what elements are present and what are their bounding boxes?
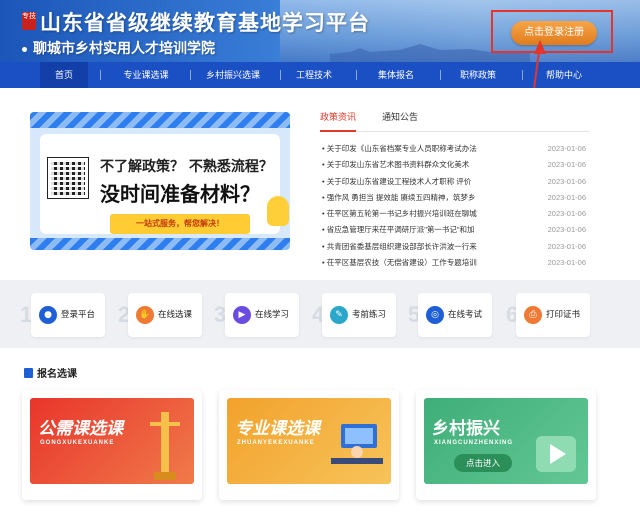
news-date: 2023-01-06 bbox=[547, 241, 586, 251]
news-date: 2023-01-06 bbox=[547, 144, 586, 153]
tab-announcements[interactable]: 通知公告 bbox=[382, 110, 418, 132]
promo-line1: 不了解政策？ 不熟悉流程？ bbox=[100, 159, 273, 175]
tab-policy-news[interactable]: 政策资讯 bbox=[320, 110, 357, 132]
course-pinyin: XIANGCUNZHENXING bbox=[434, 440, 514, 446]
promo-stripe bbox=[30, 112, 290, 128]
study-illustration-image bbox=[331, 424, 383, 464]
promo-line2: 没时间准备材料？ bbox=[100, 182, 260, 206]
nav-divider bbox=[190, 70, 191, 80]
course-title: 公需课选课 bbox=[38, 419, 123, 439]
enter-button[interactable]: 点击进入 bbox=[454, 454, 512, 472]
news-title-text[interactable]: 强作风 勇担当 提效能 赓续五四精神，筑梦乡 bbox=[327, 193, 476, 202]
news-title-text[interactable]: 关于印发山东省艺术图书资料群众文化美术 bbox=[327, 160, 470, 169]
huabiao-pillar-image bbox=[150, 412, 180, 480]
course-card-professional[interactable]: 专业课选课 ZHUANYEKEXUANKE bbox=[219, 390, 399, 500]
section-title-text: 报名选课 bbox=[37, 369, 77, 380]
news-item[interactable]: • 茌平区第五轮第一书记乡村振兴培训班在聊城 2023-01-06 bbox=[322, 206, 586, 222]
nav-rural-courses[interactable]: 乡村振兴选课 bbox=[198, 62, 268, 88]
nav-divider bbox=[440, 70, 441, 80]
site-subtitle-text: 聊城市乡村实用人才培训学院 bbox=[33, 41, 215, 57]
promo-button[interactable]: 一站式服务，帮您解决！ bbox=[110, 214, 250, 234]
news-item[interactable]: • 关于印发山东省艺术图书资料群众文化美术 2023-01-06 bbox=[322, 157, 586, 173]
step-login-platform[interactable]: ● 登录平台 bbox=[31, 293, 105, 337]
exam-icon: ◎ bbox=[426, 306, 444, 324]
nav-group-signup[interactable]: 集体报名 bbox=[370, 62, 422, 88]
step-label: 在线学习 bbox=[255, 309, 290, 319]
news-item[interactable]: • 共青团省委基层组织建设部部长许洪波一行来 2023-01-06 bbox=[322, 239, 586, 255]
step-label: 在线选课 bbox=[158, 309, 193, 319]
news-title[interactable]: • 关于印发山东省建设工程技术人才职称 评价 bbox=[322, 174, 502, 190]
video-icon: ▶ bbox=[233, 306, 251, 324]
news-title-text[interactable]: 关于印发山东省建设工程技术人才职称 评价 bbox=[327, 177, 472, 186]
news-title[interactable]: • 关于印发山东省艺术图书资料群众文化美术 bbox=[322, 157, 502, 173]
news-title-text[interactable]: 省应急管理厅来茌平调研厅派"第一书记"和加 bbox=[327, 225, 475, 234]
play-video-icon bbox=[536, 436, 576, 472]
news-title[interactable]: • 强作风 勇担当 提效能 赓续五四精神，筑梦乡 bbox=[322, 190, 502, 206]
course-banner: 专业课选课 ZHUANYEKEXUANKE bbox=[227, 398, 391, 484]
news-date: 2023-01-06 bbox=[547, 160, 586, 170]
news-item[interactable]: • 关于印发山东省建设工程技术人才职称 评价 2023-01-06 bbox=[322, 174, 586, 190]
news-date: 2023-01-06 bbox=[547, 209, 586, 219]
course-banner: 公需课选课 GONGXUKEXUANKE bbox=[30, 398, 194, 484]
site-title: 山东省省级继续教育基地学习平台 bbox=[40, 10, 370, 35]
promo-banner[interactable]: 不了解政策？ 不熟悉流程？ 没时间准备材料？ 一站式服务，帮您解决！ bbox=[30, 112, 290, 250]
nav-professional-courses[interactable]: 专业课选课 bbox=[112, 62, 180, 88]
news-tabs: 政策资讯 通知公告 bbox=[320, 110, 590, 132]
news-list: • 关于印发《山东省档案专业人员职称考试办法 2023-01-06 • 关于印发山… bbox=[322, 141, 586, 271]
print-icon: ⎙ bbox=[524, 306, 542, 324]
news-title-text[interactable]: 茌平区第五轮第一书记乡村振兴培训班在聊城 bbox=[327, 209, 477, 218]
news-title[interactable]: • 省应急管理厅来茌平调研厅派"第一书记"和加 bbox=[322, 222, 502, 238]
news-date: 2023-01-06 bbox=[547, 258, 586, 268]
nav-divider bbox=[356, 70, 357, 80]
course-title: 乡村振兴 bbox=[432, 419, 500, 439]
news-date: 2023-01-06 bbox=[547, 176, 586, 186]
site-subtitle: 聊城市乡村实用人才培训学院 bbox=[22, 38, 215, 58]
hand-icon: ✋ bbox=[136, 306, 154, 324]
step-label: 考前练习 bbox=[352, 309, 387, 319]
step-label: 登录平台 bbox=[61, 309, 96, 319]
course-pinyin: GONGXUKEXUANKE bbox=[40, 440, 115, 446]
section-title: 报名选课 bbox=[24, 365, 77, 380]
course-card-public[interactable]: 公需课选课 GONGXUKEXUANKE bbox=[22, 390, 202, 500]
step-online-exam[interactable]: ◎ 在线考试 bbox=[418, 293, 492, 337]
news-item[interactable]: • 省应急管理厅来茌平调研厅派"第一书记"和加 2023-01-06 bbox=[322, 222, 586, 238]
course-banner: 乡村振兴 XIANGCUNZHENXING 点击进入 bbox=[424, 398, 588, 484]
step-online-select[interactable]: ✋ 在线选课 bbox=[128, 293, 202, 337]
news-title-text[interactable]: 茌平区基层农技（无偿省建设）工作专题培训 bbox=[327, 258, 477, 267]
news-title[interactable]: • 茌平区基层农技（无偿省建设）工作专题培训 bbox=[322, 255, 502, 271]
news-item[interactable]: • 茌平区基层农技（无偿省建设）工作专题培训 2023-01-06 bbox=[322, 255, 586, 271]
bookmark-icon bbox=[24, 368, 33, 378]
news-title-text[interactable]: 共青团省委基层组织建设部部长许洪波一行来 bbox=[327, 242, 477, 251]
step-practice[interactable]: ✎ 考前练习 bbox=[322, 293, 396, 337]
bullet-icon bbox=[22, 46, 27, 52]
nav-divider bbox=[100, 70, 101, 80]
news-title[interactable]: • 关于印发《山东省档案专业人员职称考试办法 bbox=[322, 141, 502, 157]
pencil-icon: ✎ bbox=[330, 306, 348, 324]
nav-home[interactable]: 首页 bbox=[40, 62, 88, 88]
lightbulb-icon bbox=[267, 196, 289, 226]
step-label: 在线考试 bbox=[448, 309, 483, 319]
news-item[interactable]: • 强作风 勇担当 提效能 赓续五四精神，筑梦乡 2023-01-06 bbox=[322, 190, 586, 206]
qr-code-pattern bbox=[48, 158, 88, 198]
news-date: 2023-01-06 bbox=[547, 225, 586, 235]
nav-divider bbox=[280, 70, 281, 80]
news-title[interactable]: • 茌平区第五轮第一书记乡村振兴培训班在聊城 bbox=[322, 206, 502, 222]
news-title[interactable]: • 共青团省委基层组织建设部部长许洪波一行来 bbox=[322, 239, 502, 255]
news-date: 2023-01-06 bbox=[547, 192, 586, 202]
news-item[interactable]: • 关于印发《山东省档案专业人员职称考试办法 2023-01-06 bbox=[322, 141, 586, 157]
course-pinyin: ZHUANYEKEXUANKE bbox=[237, 440, 315, 446]
promo-stripe bbox=[30, 238, 290, 250]
course-card-rural[interactable]: 乡村振兴 XIANGCUNZHENXING 点击进入 bbox=[416, 390, 596, 500]
news-title-text[interactable]: 关于印发《山东省档案专业人员职称考试办法 bbox=[327, 144, 477, 153]
course-title: 专业课选课 bbox=[235, 419, 320, 439]
step-label: 打印证书 bbox=[546, 309, 581, 319]
seal-logo: 专技 bbox=[22, 12, 36, 30]
step-online-study[interactable]: ▶ 在线学习 bbox=[225, 293, 299, 337]
nav-engineering[interactable]: 工程技术 bbox=[288, 62, 340, 88]
step-print-certificate[interactable]: ⎙ 打印证书 bbox=[516, 293, 590, 337]
user-icon: ● bbox=[39, 306, 57, 324]
